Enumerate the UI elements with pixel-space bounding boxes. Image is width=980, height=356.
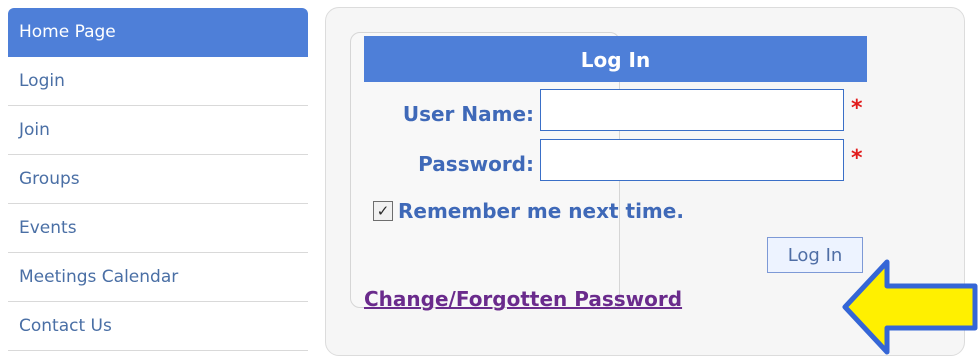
password-required-marker: * — [851, 146, 863, 171]
sidebar-item-label: Events — [19, 218, 77, 238]
login-button-label: Log In — [787, 244, 843, 266]
login-header: Log In — [364, 36, 867, 82]
sidebar-item-label: Meetings Calendar — [19, 267, 179, 287]
sidebar-item-login[interactable]: Login — [8, 57, 308, 106]
checkbox-checked-icon: ✓ — [376, 202, 390, 220]
sidebar-item-home-page[interactable]: Home Page — [8, 8, 308, 57]
remember-label: Remember me next time. — [398, 199, 684, 223]
sidebar-item-meetings-calendar[interactable]: Meetings Calendar — [8, 253, 308, 302]
sidebar-item-groups[interactable]: Groups — [8, 155, 308, 204]
password-input[interactable] — [540, 139, 844, 181]
sidebar-item-label: Groups — [19, 169, 80, 189]
sidebar-item-label: Home Page — [19, 22, 116, 42]
sidebar: Home Page Login Join Groups Events Meeti… — [8, 8, 308, 356]
sidebar-item-label: Login — [19, 71, 65, 91]
username-required-marker: * — [851, 96, 863, 121]
sidebar-item-join[interactable]: Join — [8, 106, 308, 155]
login-title: Log In — [580, 47, 651, 72]
username-label: User Name: — [402, 102, 534, 126]
sidebar-item-contact-us[interactable]: Contact Us — [8, 302, 308, 351]
sidebar-item-events[interactable]: Events — [8, 204, 308, 253]
yellow-arrow-left-icon — [842, 259, 978, 355]
sidebar-item-label: Join — [19, 120, 50, 140]
username-input[interactable] — [540, 89, 844, 131]
sidebar-item-label: Contact Us — [19, 316, 112, 336]
forgot-password-link[interactable]: Change/Forgotten Password — [364, 287, 682, 311]
remember-checkbox[interactable]: ✓ — [373, 201, 393, 221]
password-label: Password: — [418, 152, 534, 176]
